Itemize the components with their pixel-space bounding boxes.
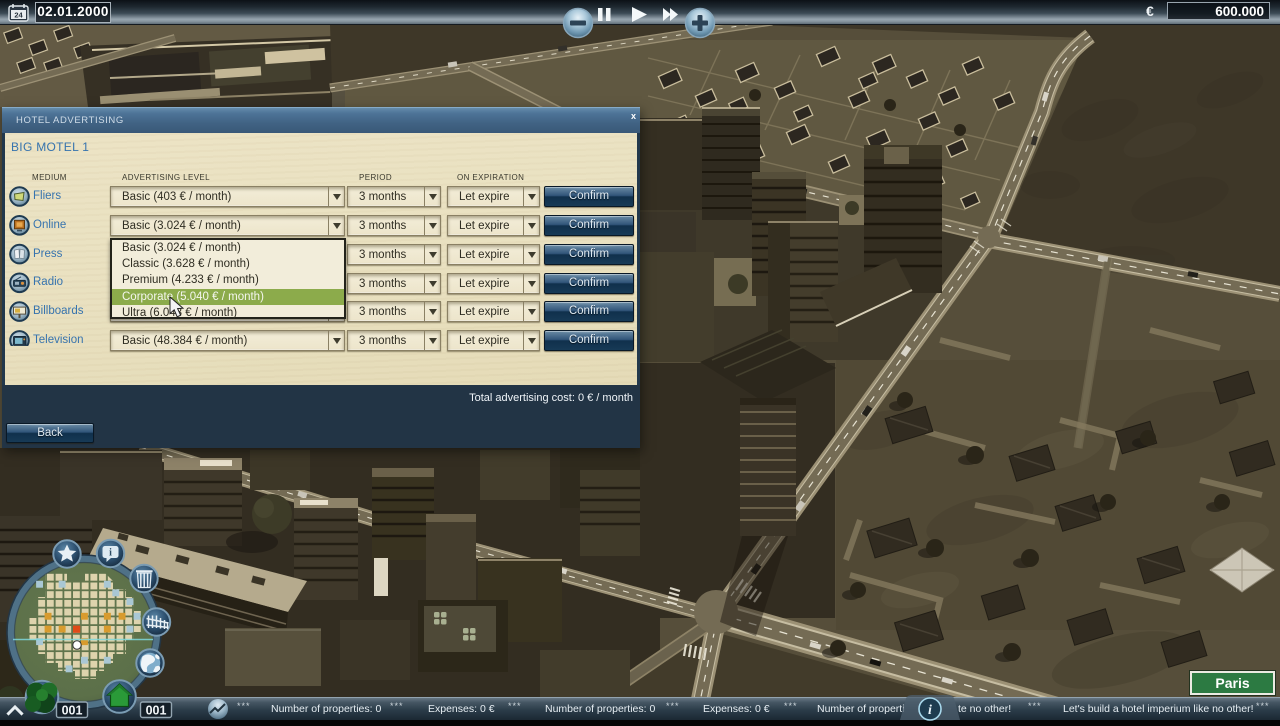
svg-text:001: 001 [62, 704, 83, 718]
svg-text:24: 24 [14, 11, 23, 20]
svg-text:001: 001 [146, 704, 167, 718]
svg-text:i: i [928, 703, 932, 718]
svg-text:i: i [109, 548, 112, 559]
